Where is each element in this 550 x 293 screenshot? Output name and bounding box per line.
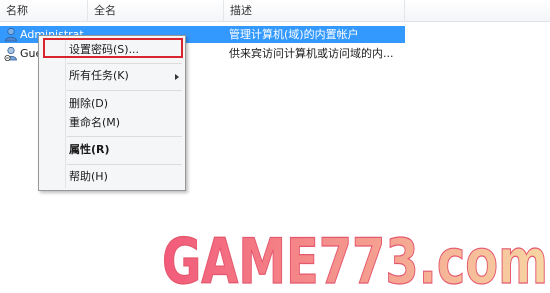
column-header-name[interactable]: 名称 (0, 0, 88, 21)
menu-item-all-tasks[interactable]: 所有任务(K) (69, 67, 129, 85)
menu-item-rename[interactable]: 重命名(M) (69, 114, 120, 132)
menu-item-properties[interactable]: 属性(R) (69, 141, 110, 159)
user-description: 管理计算机(域)的内置帐户 (229, 28, 359, 41)
column-header-bar: 名称 全名 描述 (0, 0, 550, 22)
annotation-highlight-box (43, 38, 183, 58)
menu-separator (67, 63, 182, 64)
column-header-fullname[interactable]: 全名 (88, 0, 224, 21)
menu-separator (67, 164, 182, 165)
submenu-arrow-icon (175, 74, 179, 80)
menu-gutter (65, 38, 66, 188)
menu-item-help[interactable]: 帮助(H) (69, 168, 108, 186)
user-disabled-icon (4, 46, 17, 61)
user-icon (5, 27, 17, 42)
menu-item-delete[interactable]: 删除(D) (69, 95, 108, 113)
column-header-empty (405, 0, 550, 21)
svg-text:GAME773.com: GAME773.com (162, 227, 548, 293)
column-header-description[interactable]: 描述 (224, 0, 405, 21)
menu-separator (67, 136, 182, 137)
game773-watermark-logo: GAME773.com (161, 227, 548, 293)
menu-separator (67, 90, 182, 91)
context-menu: 设置密码(S)... 所有任务(K) 删除(D) 重命名(M) 属性(R) 帮助… (38, 35, 186, 191)
user-description: 供来宾访问计算机或访问域的内... (229, 47, 394, 60)
